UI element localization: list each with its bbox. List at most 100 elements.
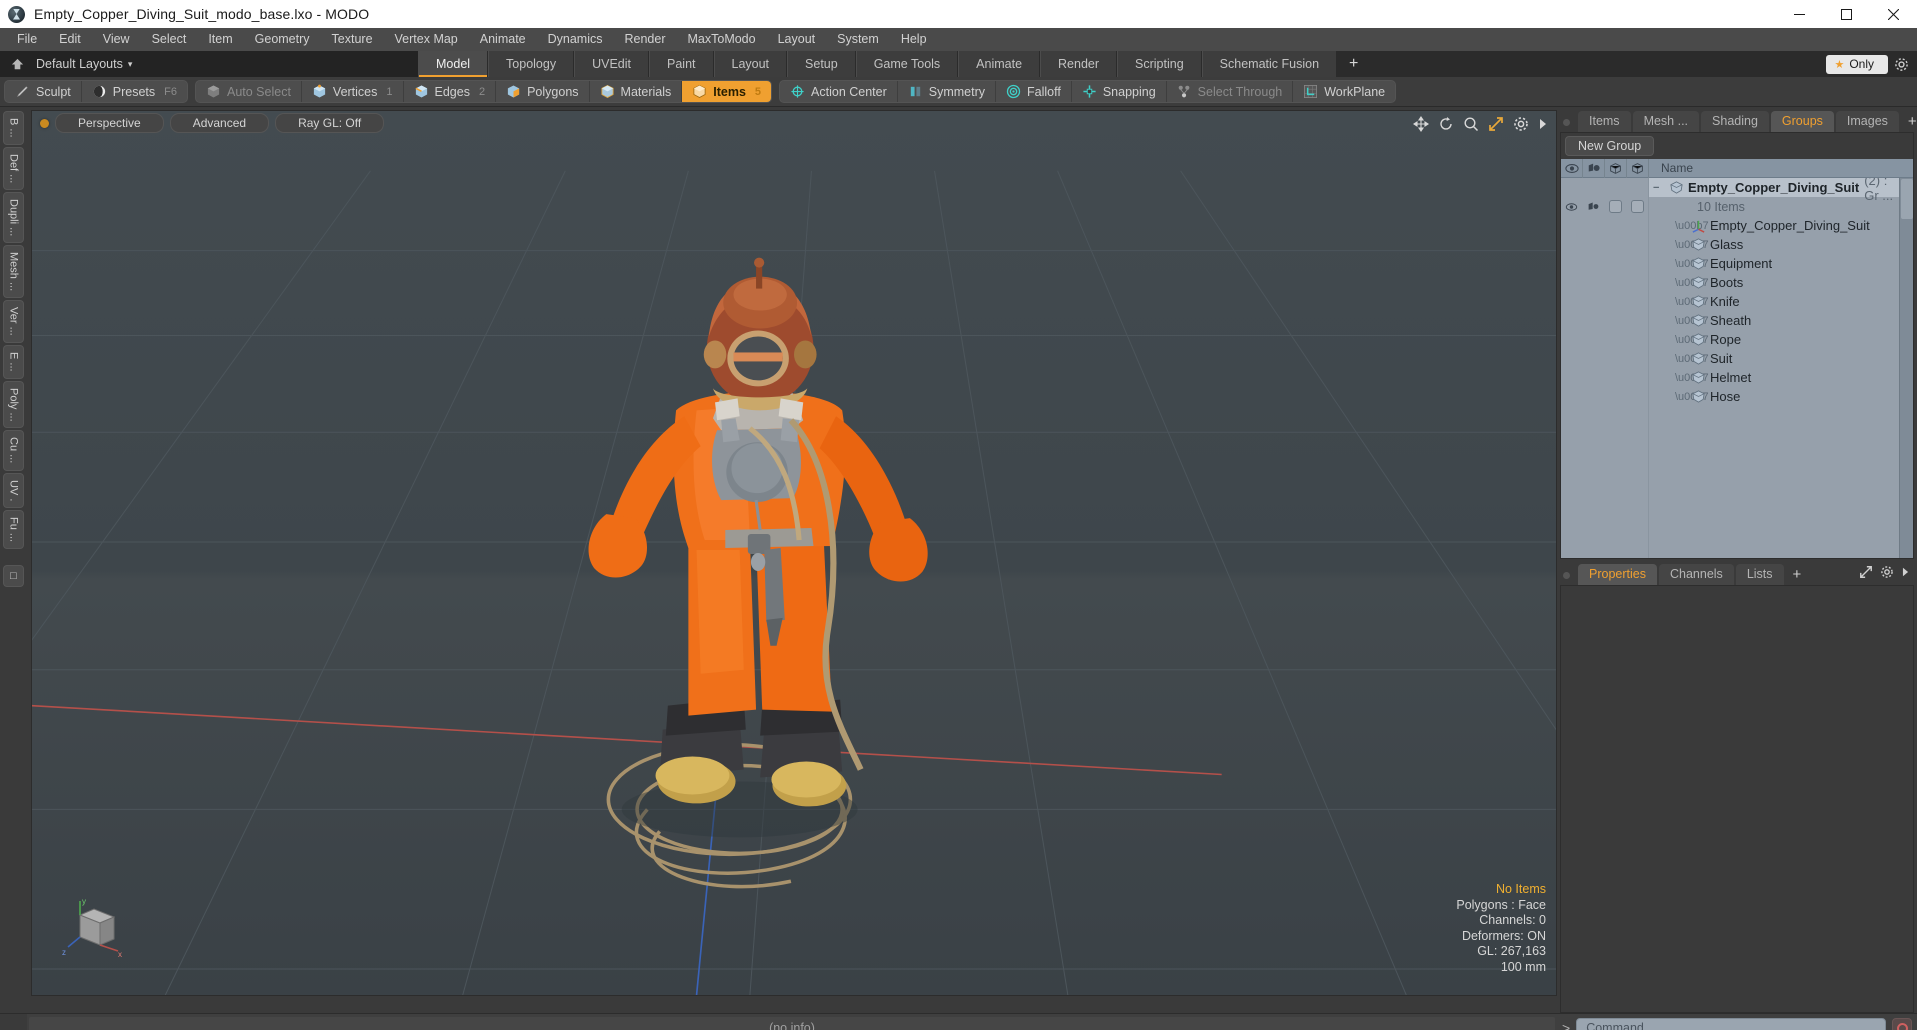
- select-through-button[interactable]: Select Through: [1167, 81, 1294, 102]
- menu-edit[interactable]: Edit: [48, 28, 92, 51]
- menu-help[interactable]: Help: [890, 28, 938, 51]
- materials-button[interactable]: Materials: [590, 81, 683, 102]
- vtab-deform[interactable]: Def ...: [3, 146, 24, 190]
- add-layout-tab-button[interactable]: +: [1337, 51, 1371, 77]
- rotate-icon[interactable]: [1438, 116, 1454, 132]
- layout-tab-uvedit[interactable]: UVEdit: [574, 51, 649, 77]
- vtab-uv[interactable]: UV .: [3, 472, 24, 508]
- menu-select[interactable]: Select: [141, 28, 198, 51]
- menu-texture[interactable]: Texture: [321, 28, 384, 51]
- menu-maxtomodo[interactable]: MaxToModo: [677, 28, 767, 51]
- menu-render[interactable]: Render: [614, 28, 677, 51]
- tab-shading[interactable]: Shading: [1701, 111, 1769, 132]
- menu-view[interactable]: View: [92, 28, 141, 51]
- layout-tab-paint[interactable]: Paint: [649, 51, 714, 77]
- add-properties-tab-button[interactable]: +: [1786, 567, 1809, 585]
- menu-animate[interactable]: Animate: [469, 28, 537, 51]
- gear-icon[interactable]: [1880, 565, 1894, 582]
- tree-scrollbar[interactable]: [1899, 178, 1913, 558]
- chevron-down-icon[interactable]: ▾: [128, 59, 133, 70]
- vtab-mesh-edit[interactable]: Mesh ...: [3, 245, 24, 299]
- layout-selector[interactable]: Default Layouts ▾: [0, 51, 418, 77]
- viewport-raygl-button[interactable]: Ray GL: Off: [275, 113, 385, 133]
- viewport-projection-button[interactable]: Perspective: [55, 113, 164, 133]
- minimize-icon[interactable]: [1776, 0, 1823, 28]
- row-shade-checkbox-1[interactable]: [1605, 197, 1627, 216]
- render-visibility-icon[interactable]: [1583, 158, 1605, 178]
- menu-item[interactable]: Item: [197, 28, 243, 51]
- eye-icon[interactable]: [1561, 158, 1583, 178]
- expand-toggle[interactable]: −: [1653, 182, 1669, 194]
- tab-mesh[interactable]: Mesh ...: [1632, 111, 1700, 132]
- workplane-button[interactable]: WorkPlane: [1293, 81, 1395, 102]
- row-eye-toggle[interactable]: [1561, 197, 1583, 216]
- tree-row-equipment[interactable]: \u00b7 Equipment: [1649, 254, 1899, 273]
- tab-images[interactable]: Images: [1835, 111, 1899, 132]
- tab-groups[interactable]: Groups: [1770, 111, 1834, 132]
- falloff-button[interactable]: Falloff: [996, 81, 1072, 102]
- polygons-button[interactable]: Polygons: [496, 81, 590, 102]
- layout-tab-scripting[interactable]: Scripting: [1117, 51, 1202, 77]
- fit-icon[interactable]: [1488, 116, 1504, 132]
- layout-tab-game-tools[interactable]: Game Tools: [855, 51, 959, 77]
- shade-cube-icon-2[interactable]: [1627, 158, 1649, 178]
- vtab-polygon[interactable]: Poly ...: [3, 380, 24, 429]
- items-button[interactable]: Items 5: [682, 81, 772, 102]
- layout-tab-model[interactable]: Model: [418, 51, 489, 77]
- menu-geometry[interactable]: Geometry: [244, 28, 321, 51]
- gear-icon[interactable]: [1894, 57, 1909, 72]
- snapping-button[interactable]: Snapping: [1072, 81, 1167, 102]
- tree-row-glass[interactable]: \u00b7 Glass: [1649, 235, 1899, 254]
- sculpt-button[interactable]: Sculpt: [5, 81, 82, 102]
- tree-row-locator[interactable]: \u00b7 Empty_Copper_Diving_Suit: [1649, 216, 1899, 235]
- tree-row-group-root[interactable]: − Empty_Copper_Diving_Suit (2) : Gr ...: [1649, 178, 1899, 203]
- vtab-vertex[interactable]: Ver ...: [3, 300, 24, 344]
- vtab-edge[interactable]: E ...: [3, 345, 24, 379]
- tab-properties[interactable]: Properties: [1578, 564, 1657, 585]
- new-group-button[interactable]: New Group: [1565, 136, 1655, 156]
- layout-tab-schematic-fusion[interactable]: Schematic Fusion: [1201, 51, 1338, 77]
- layout-tab-animate[interactable]: Animate: [958, 51, 1041, 77]
- layout-tab-setup[interactable]: Setup: [787, 51, 856, 77]
- menu-system[interactable]: System: [826, 28, 890, 51]
- add-panel-tab-button[interactable]: +: [1901, 114, 1917, 132]
- row-shade-checkbox-2[interactable]: [1626, 197, 1648, 216]
- layout-tab-render[interactable]: Render: [1040, 51, 1118, 77]
- action-center-button[interactable]: Action Center: [780, 81, 898, 102]
- layout-tab-layout[interactable]: Layout: [713, 51, 788, 77]
- tree-row-rope[interactable]: \u00b7 Rope: [1649, 330, 1899, 349]
- only-button[interactable]: ★ Only: [1826, 54, 1888, 74]
- maximize-icon[interactable]: [1823, 0, 1870, 28]
- shade-cube-icon[interactable]: [1605, 158, 1627, 178]
- tree-row-sheath[interactable]: \u00b7 Sheath: [1649, 311, 1899, 330]
- tab-lists[interactable]: Lists: [1735, 564, 1784, 585]
- menu-vertex-map[interactable]: Vertex Map: [384, 28, 469, 51]
- vtab-extra[interactable]: □: [3, 565, 24, 588]
- expand-icon[interactable]: [1859, 565, 1873, 582]
- properties-panel-body[interactable]: [1560, 585, 1914, 1013]
- move-icon[interactable]: [1413, 116, 1429, 132]
- vtab-basic[interactable]: B ...: [3, 111, 24, 145]
- vertices-button[interactable]: Vertices 1: [302, 81, 404, 102]
- groups-tree[interactable]: − Empty_Copper_Diving_Suit (2) : Gr ... …: [1561, 178, 1913, 558]
- tree-row-helmet[interactable]: \u00b7 Helmet: [1649, 368, 1899, 387]
- chevron-right-icon[interactable]: [1538, 117, 1548, 131]
- presets-button[interactable]: Presets F6: [82, 81, 187, 102]
- tree-row-boots[interactable]: \u00b7 Boots: [1649, 273, 1899, 292]
- record-icon[interactable]: [1892, 1018, 1912, 1030]
- vtab-fusion[interactable]: Fu ...: [3, 509, 24, 550]
- tab-items[interactable]: Items: [1578, 111, 1631, 132]
- gear-icon[interactable]: [1513, 116, 1529, 132]
- zoom-icon[interactable]: [1463, 116, 1479, 132]
- command-input[interactable]: Command: [1576, 1018, 1886, 1030]
- chevron-right-icon[interactable]: [1901, 566, 1910, 581]
- tree-row-hose[interactable]: \u00b7 Hose: [1649, 387, 1899, 406]
- vtab-duplicate[interactable]: Dupli ...: [3, 191, 24, 244]
- row-render-toggle[interactable]: [1583, 197, 1605, 216]
- viewport-3d[interactable]: Perspective Advanced Ray GL: Off y z x N…: [31, 110, 1557, 996]
- menu-layout[interactable]: Layout: [767, 28, 827, 51]
- diving-suit-model[interactable]: [32, 111, 1556, 995]
- viewport-shading-button[interactable]: Advanced: [169, 113, 270, 133]
- tree-row-knife[interactable]: \u00b7 Knife: [1649, 292, 1899, 311]
- menu-file[interactable]: File: [6, 28, 48, 51]
